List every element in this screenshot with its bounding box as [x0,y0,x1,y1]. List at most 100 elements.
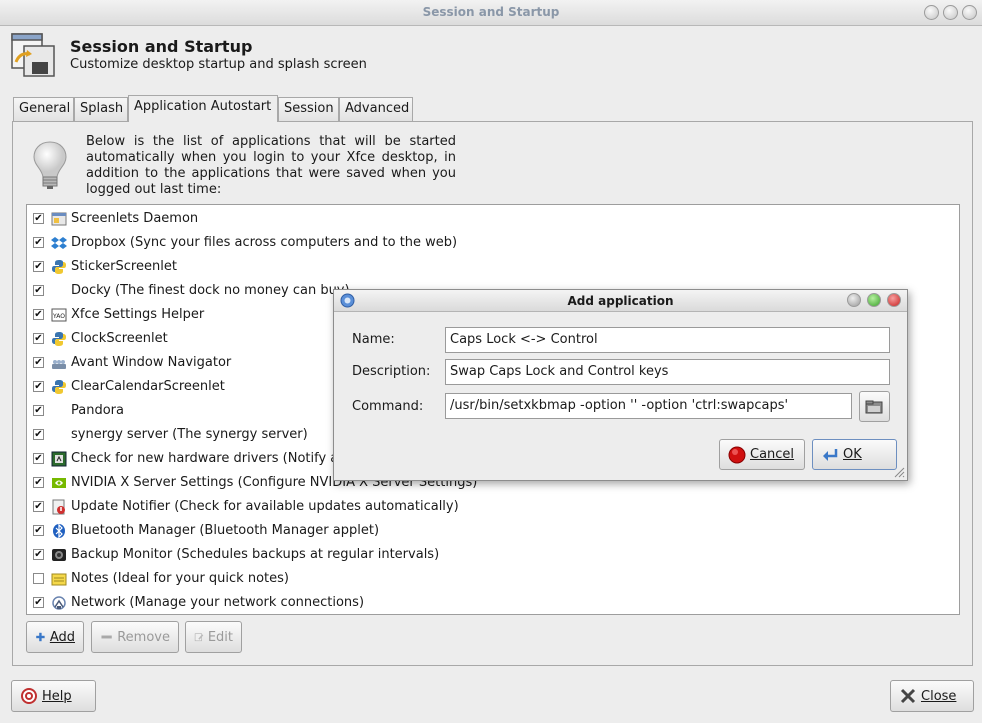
tab-general-label: General [19,101,71,116]
list-item[interactable]: ✔ Update Notifier (Check for available up… [27,495,959,519]
resize-grip-icon[interactable] [893,466,905,478]
list-item[interactable]: ✔ Bluetooth Manager (Bluetooth Manager ap… [27,519,959,543]
hardware-icon [51,451,67,467]
help-button-label: Help [42,688,72,704]
tab-session-label: Session [284,101,334,116]
stop-icon [728,446,746,463]
enable-checkbox[interactable]: ✔ [33,501,44,512]
command-label: Command: [352,399,424,414]
remove-button-label: Remove [117,629,170,645]
folder-icon [865,400,883,413]
python-icon [52,380,66,394]
minus-icon [101,635,112,639]
ok-button[interactable]: OK [812,439,897,470]
network-icon [52,596,66,610]
list-item[interactable]: ✔ Network (Manage your network connection… [27,591,959,614]
help-icon [21,688,37,704]
dialog-minimize-button[interactable] [847,293,861,307]
window-titlebar[interactable]: Session and Startup [0,0,982,26]
dialog-close-button[interactable] [887,293,901,307]
enable-checkbox[interactable]: ✔ [33,381,44,392]
minimize-button[interactable] [924,5,939,20]
enable-checkbox[interactable]: ✔ [33,429,44,440]
list-item-label: Update Notifier (Check for available upd… [71,499,459,514]
close-icon [900,688,916,704]
maximize-button[interactable] [943,5,958,20]
list-item-label: Bluetooth Manager (Bluetooth Manager app… [71,523,380,538]
edit-button-label: Edit [207,629,233,645]
list-item-label: Xfce Settings Helper [71,307,205,322]
description-field[interactable]: Swap Caps Lock and Control keys [445,359,890,385]
list-item-label: Screenlets Daemon [71,211,199,226]
add-button[interactable]: Add [26,621,84,653]
edit-icon [194,633,204,642]
enable-checkbox[interactable]: ✔ [33,333,44,344]
intro-text: Below is the list of applications that w… [86,134,456,197]
enable-checkbox[interactable]: ✔ [33,453,44,464]
enable-checkbox[interactable]: ✔ [33,477,44,488]
list-item-label: ClockScreenlet [71,331,168,346]
python-icon [52,260,66,274]
close-window-button[interactable] [962,5,977,20]
list-item-label: synergy server (The synergy server) [71,427,308,442]
tab-advanced-label: Advanced [345,101,410,116]
enable-checkbox[interactable]: ✔ [33,597,44,608]
list-item[interactable]: ✔ Dropbox (Sync your files across compute… [27,231,959,255]
list-item-label: Notes (Ideal for your quick notes) [71,571,289,586]
tab-session[interactable]: Session [278,97,339,121]
dialog-maximize-button[interactable] [867,293,881,307]
enable-checkbox[interactable]: ✔ [33,285,44,296]
enable-checkbox[interactable] [33,573,44,584]
name-label: Name: [352,332,395,347]
enable-checkbox[interactable]: ✔ [33,525,44,536]
list-item[interactable]: ✔ StickerScreenlet [27,255,959,279]
enable-checkbox[interactable]: ✔ [33,213,44,224]
tab-splash-label: Splash [80,101,124,116]
screenlets-icon [51,212,67,226]
session-startup-icon [11,33,55,77]
help-button[interactable]: Help [11,680,96,712]
enable-checkbox[interactable]: ✔ [33,237,44,248]
cancel-button-label: Cancel [750,447,795,462]
list-item-label: Docky (The finest dock no money can buy) [71,283,350,298]
enable-checkbox[interactable]: ✔ [33,405,44,416]
list-item[interactable]: Notes (Ideal for your quick notes) [27,567,959,591]
list-item-label: Avant Window Navigator [71,355,232,370]
dropbox-icon [51,237,67,249]
tab-general[interactable]: General [13,97,74,121]
awn-icon [52,360,66,369]
remove-button[interactable]: Remove [91,621,179,653]
list-item-label: Network (Manage your network connections… [71,595,365,610]
header-title: Session and Startup [70,37,253,56]
close-button[interactable]: Close [890,680,974,712]
dialog-titlebar[interactable]: Add application [334,290,907,312]
dialog-title: Add application [567,294,674,308]
name-field[interactable]: Caps Lock <-> Control [445,327,890,353]
xfce-icon: YAO [51,308,67,322]
list-item-label: Backup Monitor (Schedules backups at reg… [71,547,440,562]
tab-application-autostart[interactable]: Application Autostart [128,95,278,122]
tab-autostart-label: Application Autostart [134,99,272,114]
edit-button[interactable]: Edit [185,621,242,653]
tab-splash[interactable]: Splash [74,97,128,121]
list-item[interactable]: ✔ Backup Monitor (Schedules backups at re… [27,543,959,567]
add-application-dialog[interactable]: Add application Name: Caps Lock <-> Cont… [333,289,908,481]
list-item-label: ClearCalendarScreenlet [71,379,225,394]
cancel-button[interactable]: Cancel [719,439,805,470]
lightbulb-icon [33,141,67,189]
enter-arrow-icon [823,448,838,461]
update-icon [52,499,65,515]
close-button-label: Close [921,688,957,704]
enable-checkbox[interactable]: ✔ [33,261,44,272]
backup-icon [52,549,66,561]
tab-advanced[interactable]: Advanced [339,97,413,121]
browse-button[interactable] [859,391,890,422]
enable-checkbox[interactable]: ✔ [33,309,44,320]
list-item-label: Pandora [71,403,124,418]
notes-icon [51,573,67,586]
command-field[interactable]: /usr/bin/setxkbmap -option '' -option 'c… [445,393,852,419]
enable-checkbox[interactable]: ✔ [33,549,44,560]
list-item[interactable]: ✔ Screenlets Daemon [27,207,959,231]
list-item-label: Dropbox (Sync your files across computer… [71,235,458,250]
enable-checkbox[interactable]: ✔ [33,357,44,368]
